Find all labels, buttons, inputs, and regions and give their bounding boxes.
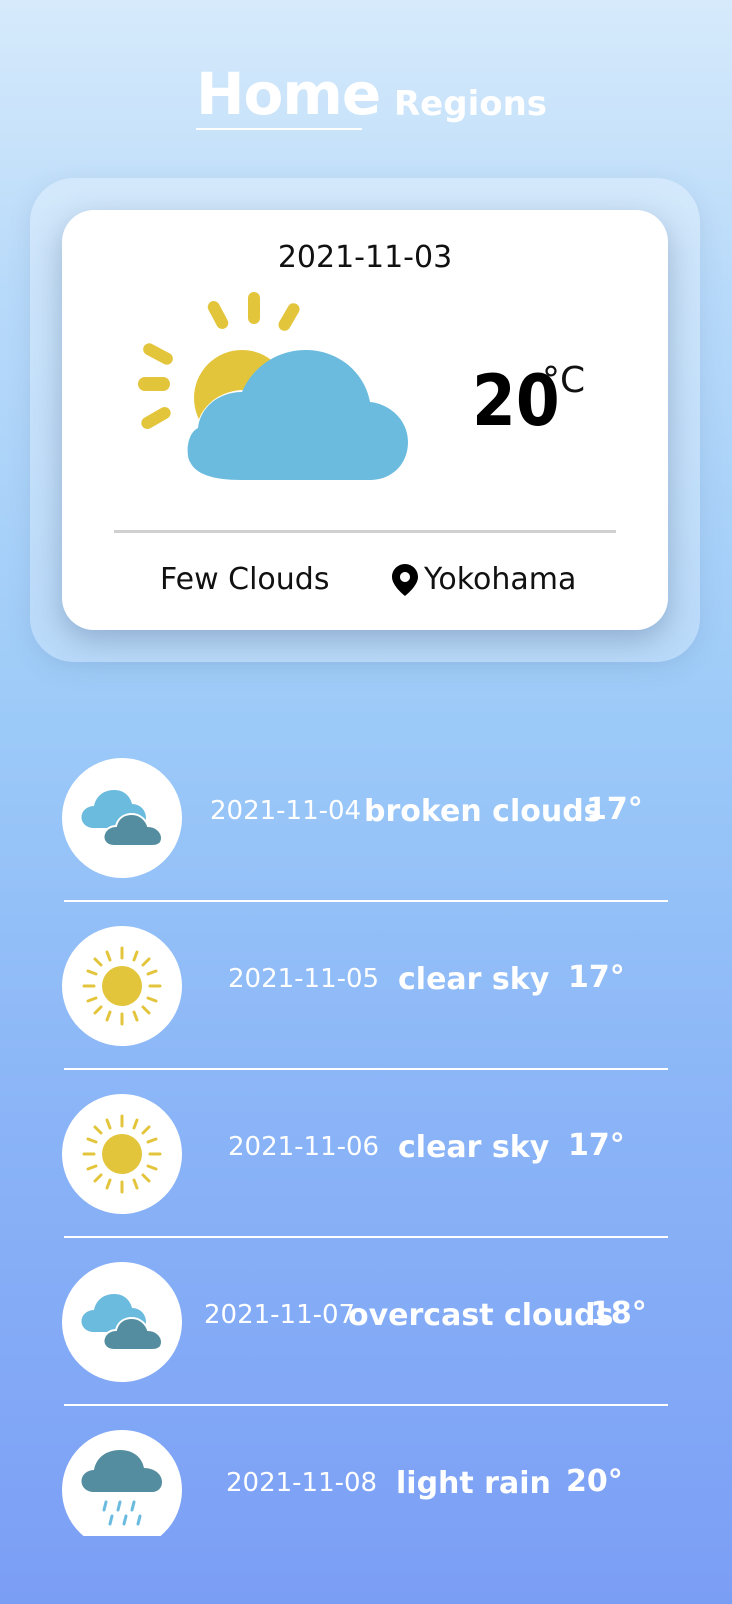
broken-clouds-icon <box>81 790 164 847</box>
forecast-date: 2021-11-07 <box>204 1300 356 1330</box>
forecast-icon-circle <box>62 1430 182 1536</box>
card-divider <box>114 530 616 533</box>
forecast-temperature: 17° <box>568 1128 625 1163</box>
forecast-row[interactable]: 2021-11-06 clear sky 17° <box>0 1094 732 1262</box>
sun-cloud-icon <box>138 292 410 490</box>
forecast-description: overcast clouds <box>348 1298 614 1333</box>
current-weather-card: 2021-11-03 20 °C Few Clouds Yokohama <box>62 210 668 630</box>
row-divider <box>64 1068 668 1070</box>
forecast-temperature: 17° <box>586 792 643 827</box>
tab-home[interactable]: Home <box>196 60 381 130</box>
temperature-unit: °C <box>542 360 586 401</box>
row-divider <box>64 1236 668 1238</box>
row-divider <box>64 1404 668 1406</box>
forecast-row[interactable]: 2021-11-05 clear sky 17° <box>0 926 732 1094</box>
forecast-description: clear sky <box>398 1130 550 1165</box>
forecast-icon-circle <box>62 758 182 878</box>
forecast-row[interactable]: 2021-11-04 broken clouds 17° <box>0 758 732 926</box>
forecast-icon-circle <box>62 926 182 1046</box>
sun-icon <box>82 1114 162 1194</box>
forecast-temperature: 17° <box>568 960 625 995</box>
forecast-icon-circle <box>62 1094 182 1214</box>
forecast-date: 2021-11-04 <box>210 796 362 826</box>
forecast-temperature: 20° <box>566 1464 623 1499</box>
tab-regions[interactable]: Regions <box>394 82 547 126</box>
forecast-icon-circle <box>62 1262 182 1382</box>
current-description: Few Clouds <box>160 562 330 597</box>
forecast-row[interactable]: 2021-11-08 light rain 20° <box>0 1430 732 1536</box>
location-pin-icon <box>392 563 418 596</box>
current-location[interactable]: Yokohama <box>392 562 576 597</box>
forecast-list: 2021-11-04 broken clouds 17° 2021-11-05 … <box>0 758 732 1536</box>
current-date: 2021-11-03 <box>277 240 453 275</box>
row-divider <box>64 900 668 902</box>
rain-icon <box>81 1450 162 1526</box>
overcast-clouds-icon <box>81 1294 164 1351</box>
location-name: Yokohama <box>424 562 577 597</box>
forecast-date: 2021-11-08 <box>226 1468 378 1498</box>
forecast-row[interactable]: 2021-11-07 overcast clouds 18° <box>0 1262 732 1430</box>
forecast-date: 2021-11-05 <box>228 964 380 994</box>
sun-icon <box>82 946 162 1026</box>
top-tabs: Home Regions <box>0 60 732 140</box>
forecast-temperature: 18° <box>590 1296 647 1331</box>
forecast-description: light rain <box>396 1466 551 1501</box>
forecast-description: clear sky <box>398 962 550 997</box>
forecast-date: 2021-11-06 <box>228 1132 380 1162</box>
forecast-description: broken clouds <box>364 794 602 829</box>
